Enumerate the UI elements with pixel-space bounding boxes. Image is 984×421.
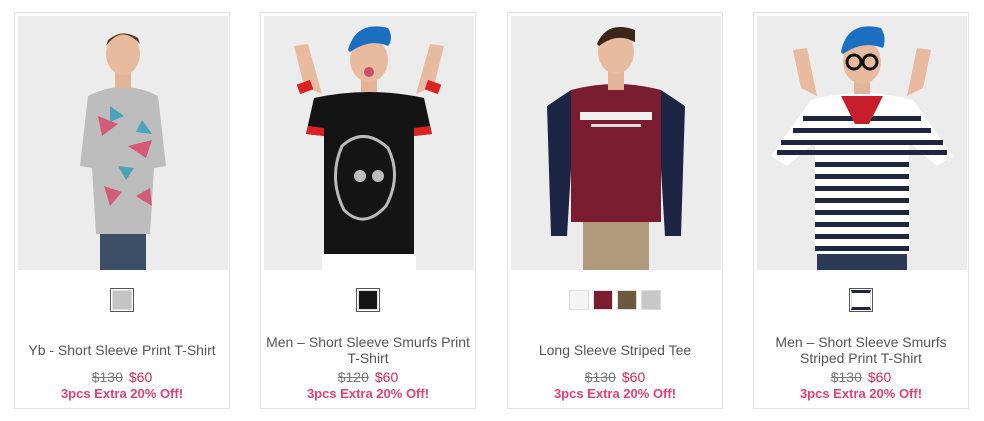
product-title[interactable]: Men – Short Sleeve Smurfs Striped Print … xyxy=(758,334,964,366)
color-swatch[interactable] xyxy=(110,288,134,312)
color-swatch[interactable] xyxy=(593,290,613,310)
color-swatches xyxy=(15,288,229,312)
color-swatch[interactable] xyxy=(569,290,589,310)
color-swatches xyxy=(508,290,722,310)
price: $130 $60 xyxy=(754,369,968,385)
original-price: $130 xyxy=(830,369,862,385)
original-price: $130 xyxy=(91,369,123,385)
color-swatch[interactable] xyxy=(617,290,637,310)
color-swatch[interactable] xyxy=(641,290,661,310)
product-card[interactable]: Men – Short Sleeve Smurfs Print T-Shirt … xyxy=(260,12,476,409)
product-title[interactable]: Yb - Short Sleeve Print T-Shirt xyxy=(28,342,215,358)
promo-text: 3pcs Extra 20% Off! xyxy=(799,386,923,401)
product-image[interactable] xyxy=(757,16,967,270)
price: $130 $60 xyxy=(15,369,229,385)
product-title[interactable]: Long Sleeve Striped Tee xyxy=(539,342,691,358)
product-title[interactable]: Men – Short Sleeve Smurfs Print T-Shirt xyxy=(265,334,471,366)
product-image[interactable] xyxy=(511,16,721,270)
product-image[interactable] xyxy=(18,16,228,270)
product-image[interactable] xyxy=(264,16,474,270)
promo-text: 3pcs Extra 20% Off! xyxy=(553,386,677,401)
price: $130 $60 xyxy=(508,369,722,385)
color-swatch[interactable] xyxy=(356,288,380,312)
color-swatch[interactable] xyxy=(849,288,873,312)
product-grid: Yb - Short Sleeve Print T-Shirt $130 $60 … xyxy=(0,0,984,421)
original-price: $120 xyxy=(337,369,369,385)
promo-text: 3pcs Extra 20% Off! xyxy=(60,386,184,401)
sale-price: $60 xyxy=(621,369,646,385)
promo-text: 3pcs Extra 20% Off! xyxy=(306,386,430,401)
price: $120 $60 xyxy=(261,369,475,385)
sale-price: $60 xyxy=(128,369,153,385)
product-card[interactable]: Long Sleeve Striped Tee $130 $60 3pcs Ext… xyxy=(507,12,723,409)
original-price: $130 xyxy=(584,369,616,385)
product-card[interactable]: Yb - Short Sleeve Print T-Shirt $130 $60 … xyxy=(14,12,230,409)
sale-price: $60 xyxy=(867,369,892,385)
color-swatches xyxy=(261,288,475,312)
sale-price: $60 xyxy=(374,369,399,385)
color-swatches xyxy=(754,288,968,312)
product-card[interactable]: Men – Short Sleeve Smurfs Striped Print … xyxy=(753,12,969,409)
